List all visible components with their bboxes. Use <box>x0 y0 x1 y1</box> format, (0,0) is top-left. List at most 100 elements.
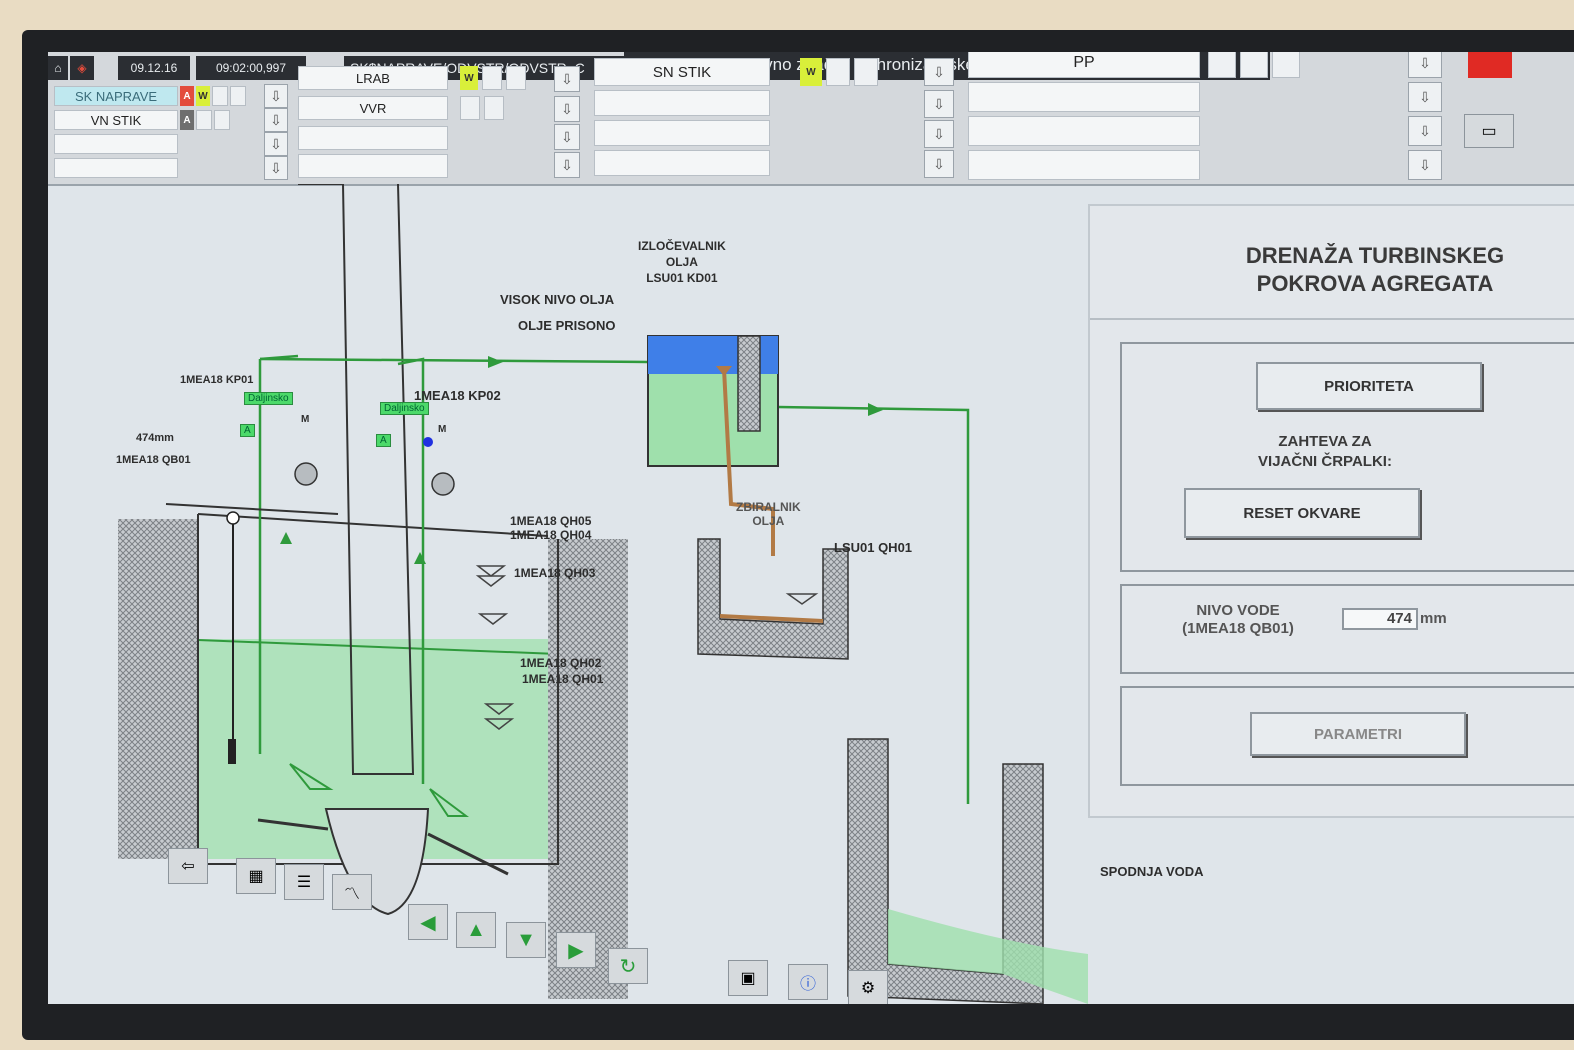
warning-badge-w: W <box>196 86 210 106</box>
scada-screen: ⌂ ◈ 09.12.16 09:02:00,997 SK$NAPRAVE/ODV… <box>48 52 1574 1004</box>
pump2-auto-badge[interactable]: A <box>376 434 391 447</box>
empty-slot <box>460 96 480 120</box>
group-empty[interactable] <box>968 82 1200 112</box>
pump1-motor-icon[interactable] <box>294 462 318 486</box>
group-sk-naprave[interactable]: SK NAPRAVE <box>54 86 178 106</box>
switch-qh03: 1MEA18 QH03 <box>514 566 596 580</box>
group-empty[interactable] <box>298 154 448 178</box>
switch-qh02: 1MEA18 QH02 <box>520 656 602 670</box>
empty-slot <box>214 110 230 130</box>
pump1-id: 1MEA18 KP01 <box>180 374 254 386</box>
pump2-id: 1MEA18 KP02 <box>414 388 501 403</box>
display-icon[interactable]: ▣ <box>728 960 768 996</box>
group-vvr[interactable]: VVR <box>298 96 448 120</box>
group-empty[interactable] <box>968 150 1200 180</box>
pump2-motor-label: M <box>438 424 447 435</box>
water-level-unit: mm <box>1420 610 1447 627</box>
empty-slot <box>1240 52 1268 78</box>
parametri-button[interactable]: PARAMETRI <box>1250 712 1466 756</box>
pump2-mode-badge[interactable]: Daljinsko <box>380 402 429 415</box>
group-pp[interactable]: PP <box>968 52 1200 78</box>
pump2-motor-icon[interactable] <box>431 472 455 496</box>
acknowledge-arrow-icon[interactable]: ⇩ <box>1408 150 1442 180</box>
pump1-mode-badge[interactable]: Daljinsko <box>244 392 293 405</box>
empty-slot <box>1208 52 1236 78</box>
acknowledge-arrow-icon[interactable]: ⇩ <box>264 132 288 156</box>
screw-pump-request-label: ZAHTEVA ZA VIJAČNI ČRPALKI: <box>1258 433 1392 470</box>
home-icon[interactable]: ⌂ <box>48 56 68 80</box>
alarm-group-3: SN STIK W ⇩ ⇩ ⇩ ⇩ <box>594 58 954 182</box>
group-empty[interactable] <box>298 126 448 150</box>
water-level-label: NIVO VODE (1MEA18 QB01) <box>1182 602 1294 637</box>
back-icon[interactable]: ⇦ <box>168 848 208 884</box>
empty-slot <box>506 66 526 90</box>
empty-slot <box>482 66 502 90</box>
group-empty[interactable] <box>594 120 770 146</box>
time-display: 09:02:00,997 <box>196 56 306 80</box>
alarm-group-1: SK NAPRAVE A W ⇩ VN STIK A ⇩ ⇩ ⇩ <box>54 84 294 182</box>
flow-arrow <box>868 403 883 416</box>
empty-slot <box>1272 52 1300 78</box>
group-empty[interactable] <box>54 158 178 178</box>
collector-switch: LSU01 QH01 <box>834 540 913 555</box>
group-empty[interactable] <box>968 116 1200 146</box>
title-divider <box>1090 318 1574 320</box>
tail-water-label: SPODNJA VODA <box>1100 864 1204 879</box>
acknowledge-arrow-icon[interactable]: ⇩ <box>554 96 580 122</box>
prioriteta-button[interactable]: PRIORITETA <box>1256 362 1482 410</box>
printer-icon[interactable]: ▭ <box>1464 114 1514 148</box>
pump1-auto-badge[interactable]: A <box>240 424 255 437</box>
nav-right-icon[interactable]: ▶ <box>556 932 596 968</box>
nav-down-icon[interactable]: ▼ <box>506 922 546 958</box>
reset-okvare-button[interactable]: RESET OKVARE <box>1184 488 1420 538</box>
acknowledge-arrow-icon[interactable]: ⇩ <box>264 84 288 108</box>
flow-arrow <box>488 356 503 368</box>
nav-left-icon[interactable]: ◀ <box>408 904 448 940</box>
group-vn-stik[interactable]: VN STIK <box>54 110 178 130</box>
info-icon[interactable]: ⓘ <box>788 964 828 1000</box>
switch-qh04: 1MEA18 QH04 <box>510 528 592 542</box>
alarm-indicator[interactable] <box>1468 52 1512 78</box>
right-wall <box>548 539 628 999</box>
group-empty[interactable] <box>594 150 770 176</box>
left-wall <box>118 519 198 859</box>
acknowledge-arrow-icon[interactable]: ⇩ <box>554 66 580 92</box>
oil-collector <box>697 538 849 660</box>
warning-badge-w: W <box>800 58 822 86</box>
high-oil-level-label: VISOK NIVO OLJA <box>500 292 615 307</box>
collector-title: ZBIRALNIK OLJA <box>736 500 801 528</box>
alarm-badge-a: A <box>180 86 194 106</box>
overview-icon[interactable]: ▦ <box>236 858 276 894</box>
alarm-group-2: LRAB W ⇩ VVR ⇩ ⇩ ⇩ <box>298 66 588 182</box>
group-empty[interactable] <box>594 90 770 116</box>
acknowledge-arrow-icon[interactable]: ⇩ <box>1408 116 1442 146</box>
acknowledge-arrow-icon[interactable]: ⇩ <box>924 150 954 178</box>
acknowledge-arrow-icon[interactable]: ⇩ <box>554 152 580 178</box>
acknowledge-arrow-icon[interactable]: ⇩ <box>924 58 954 86</box>
oil-present-label: OLJE PRISONO <box>518 318 616 333</box>
panel-title: DRENAŽA TURBINSKEG POKROVA AGREGATA <box>1245 243 1505 296</box>
trend-icon[interactable]: 〽 <box>332 874 372 910</box>
acknowledge-arrow-icon[interactable]: ⇩ <box>264 156 288 180</box>
group-sn-stik[interactable]: SN STIK <box>594 58 770 86</box>
empty-slot <box>212 86 228 106</box>
alarm-group-4: PP ⇩ ⇩ ⇩ ⇩ <box>968 52 1448 182</box>
acknowledge-arrow-icon[interactable]: ⇩ <box>924 90 954 118</box>
acknowledge-arrow-icon[interactable]: ⇩ <box>1408 52 1442 78</box>
acknowledge-arrow-icon[interactable]: ⇩ <box>264 108 288 132</box>
nav-up-icon[interactable]: ▲ <box>456 912 496 948</box>
acknowledge-arrow-icon[interactable]: ⇩ <box>1408 82 1442 112</box>
date-display: 09.12.16 <box>118 56 190 80</box>
refresh-icon[interactable]: ↻ <box>608 948 648 984</box>
separator-title: IZLOČEVALNIK OLJA LSU01 KD01 <box>638 239 726 285</box>
acknowledge-arrow-icon[interactable]: ⇩ <box>554 124 580 150</box>
acknowledge-arrow-icon[interactable]: ⇩ <box>924 120 954 148</box>
switch-qh01: 1MEA18 QH01 <box>522 672 604 686</box>
control-panel: DRENAŽA TURBINSKEG POKROVA AGREGATA PRIO… <box>1088 204 1574 818</box>
settings-icon[interactable]: ⚙ <box>848 970 888 1004</box>
list-icon[interactable]: ☰ <box>284 864 324 900</box>
alarm-bell-icon[interactable]: ◈ <box>70 56 94 80</box>
group-lrab[interactable]: LRAB <box>298 66 448 90</box>
empty-slot <box>484 96 504 120</box>
group-empty[interactable] <box>54 134 178 154</box>
